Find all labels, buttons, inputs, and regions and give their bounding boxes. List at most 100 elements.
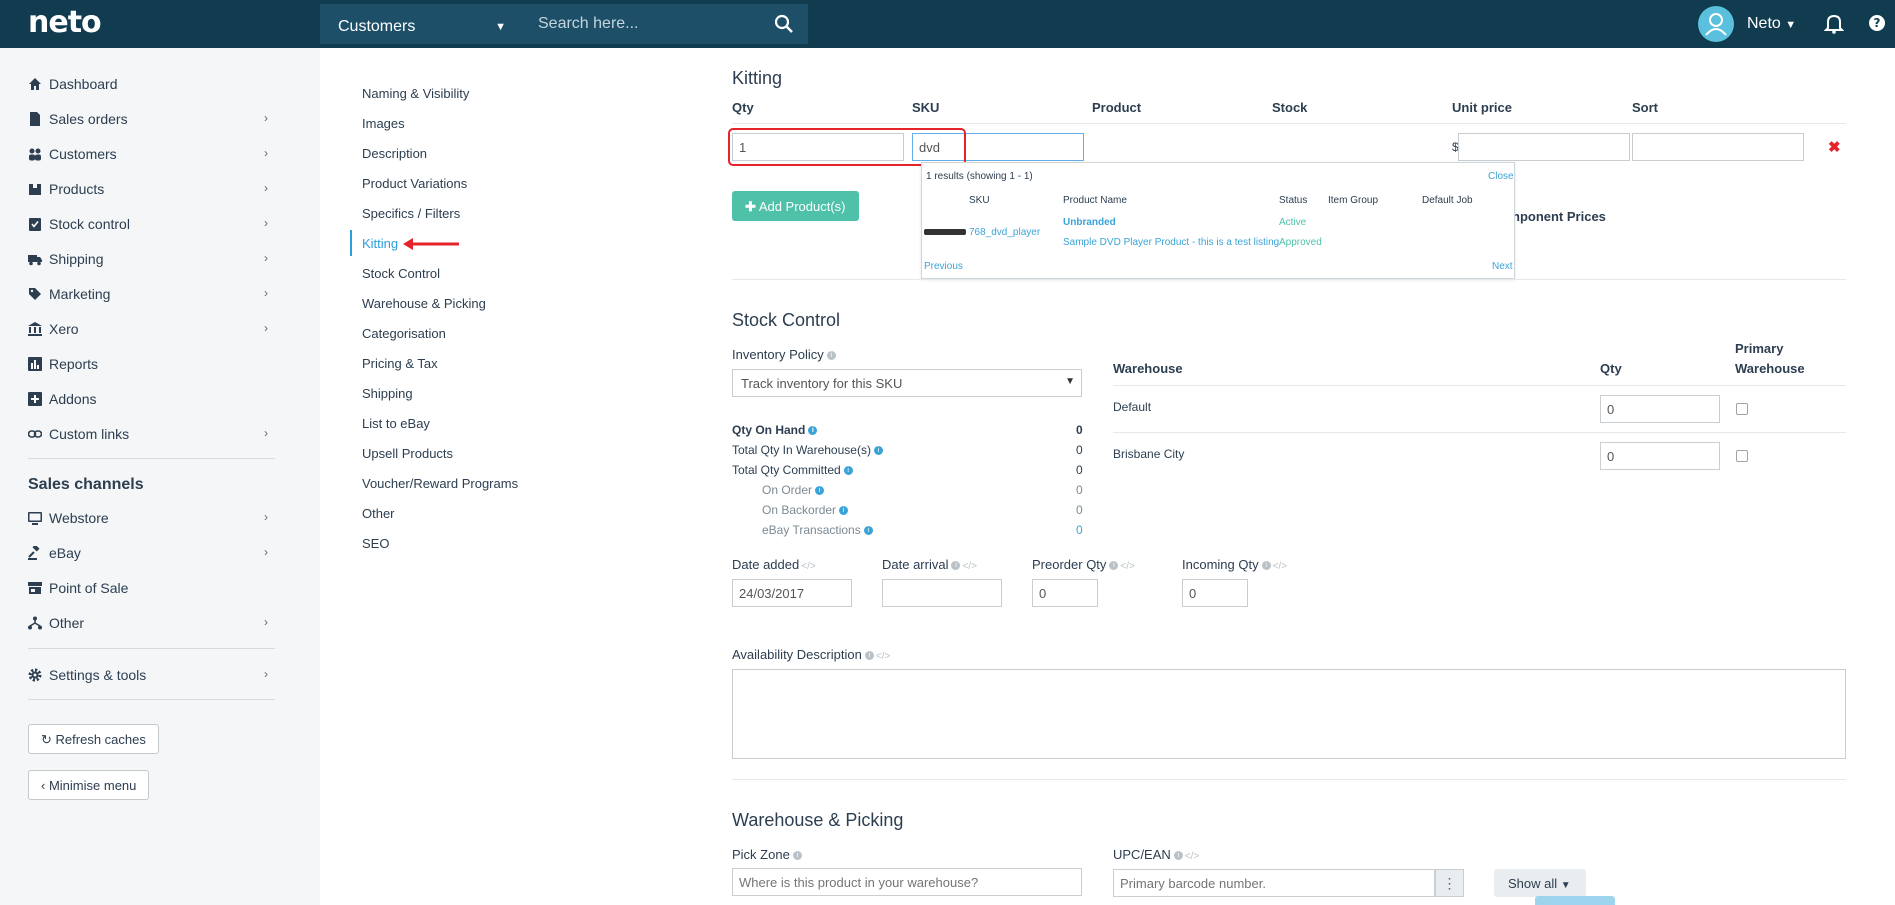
caret-down-icon: ▼ xyxy=(1785,19,1797,31)
partial-button[interactable] xyxy=(1535,896,1615,905)
subnav-list-to-ebay[interactable]: List to eBay xyxy=(362,416,430,431)
subnav-seo[interactable]: SEO xyxy=(362,536,389,551)
code-icon: </> xyxy=(1184,851,1200,862)
upc-ean-input[interactable] xyxy=(1113,869,1435,897)
preorder-qty-input[interactable]: 0 xyxy=(1032,579,1098,607)
primary-warehouse-checkbox[interactable] xyxy=(1736,450,1748,462)
result-sku-link[interactable]: 768_dvd_player xyxy=(969,227,1040,238)
subnav-images[interactable]: Images xyxy=(362,116,405,131)
subnav-specifics-filters[interactable]: Specifics / Filters xyxy=(362,206,460,221)
date-added-label: Date added </> xyxy=(732,557,816,572)
warehouse-name: Brisbane City xyxy=(1113,447,1185,461)
subnav-other[interactable]: Other xyxy=(362,506,395,521)
barcode-options-icon[interactable]: ⋮ xyxy=(1435,869,1464,897)
subnav-pricing-tax[interactable]: Pricing & Tax xyxy=(362,356,438,371)
sidebar-item-reports[interactable]: Reports xyxy=(28,353,268,375)
show-all-button[interactable]: Show all ▼ xyxy=(1494,869,1586,897)
sidebar-item-custom-links[interactable]: Custom links › xyxy=(28,423,268,445)
subnav-upsell-products[interactable]: Upsell Products xyxy=(362,446,453,461)
inventory-policy-value: Track inventory for this SKU xyxy=(741,375,903,391)
incoming-qty-input[interactable]: 0 xyxy=(1182,579,1248,607)
sidebar-item-label: Settings & tools xyxy=(49,667,147,683)
code-icon: </> xyxy=(801,561,816,572)
date-arrival-input[interactable] xyxy=(882,579,1002,607)
search-input[interactable] xyxy=(520,4,770,44)
subnav-shipping[interactable]: Shipping xyxy=(362,386,413,401)
kitting-header-stock: Stock xyxy=(1272,100,1308,115)
sidebar-item-label: Marketing xyxy=(49,286,111,302)
pick-zone-input[interactable] xyxy=(732,868,1082,896)
module-select[interactable]: Customers ▼ xyxy=(320,4,520,44)
sidebar-item-products[interactable]: Products › xyxy=(28,178,268,200)
date-added-input[interactable]: 24/03/2017 xyxy=(732,579,852,607)
sidebar-item-ebay[interactable]: eBay › xyxy=(28,542,268,564)
sidebar-item-xero[interactable]: Xero › xyxy=(28,318,268,340)
minimise-menu-button[interactable]: ‹ Minimise menu xyxy=(28,770,150,800)
label-text: Total Qty In Warehouse(s) xyxy=(732,443,871,457)
module-label: Customers xyxy=(338,18,416,35)
kit-unit-price-input[interactable] xyxy=(1458,133,1630,161)
chevron-right-icon: › xyxy=(264,286,268,300)
sidebar-item-label: eBay xyxy=(49,545,81,561)
availability-textarea[interactable] xyxy=(732,669,1846,759)
dropdown-next-link[interactable]: Next xyxy=(1492,261,1513,272)
neto-logo[interactable]: neto xyxy=(28,5,102,40)
dropdown-previous-link[interactable]: Previous xyxy=(924,261,963,272)
sidebar-item-label: Point of Sale xyxy=(49,580,129,596)
sidebar-item-dashboard[interactable]: Dashboard xyxy=(28,73,268,95)
sidebar-item-stock-control[interactable]: Stock control › xyxy=(28,213,268,235)
kitting-header-qty: Qty xyxy=(732,100,754,115)
sidebar-item-settings[interactable]: Settings & tools › xyxy=(28,664,268,686)
document-icon xyxy=(30,112,40,126)
subnav-categorisation[interactable]: Categorisation xyxy=(362,326,446,341)
top-bar: neto Customers ▼ Neto ▼ ? xyxy=(0,0,1895,48)
bar-chart-icon xyxy=(28,357,42,371)
ebay-transactions-label: eBay Transactions i xyxy=(762,523,873,537)
inventory-policy-select[interactable]: Track inventory for this SKU ▼ xyxy=(732,369,1082,397)
sidebar-item-sales-orders[interactable]: Sales orders › xyxy=(28,108,268,130)
user-menu[interactable]: Neto ▼ xyxy=(1747,15,1796,33)
label-text: Date arrival xyxy=(882,557,949,572)
sidebar-item-marketing[interactable]: Marketing › xyxy=(28,283,268,305)
subnav-naming-visibility[interactable]: Naming & Visibility xyxy=(362,86,469,101)
chevron-right-icon: › xyxy=(264,321,268,335)
sidebar-item-webstore[interactable]: Webstore › xyxy=(28,507,268,529)
subnav-description[interactable]: Description xyxy=(362,146,427,161)
warehouse-qty-input[interactable]: 0 xyxy=(1600,442,1720,470)
chevron-left-icon: ‹ xyxy=(41,778,46,793)
sidebar-item-shipping[interactable]: Shipping › xyxy=(28,248,268,270)
subnav-stock-control[interactable]: Stock Control xyxy=(362,266,440,281)
subnav-kitting[interactable]: Kitting xyxy=(362,236,398,251)
subnav-product-variations[interactable]: Product Variations xyxy=(362,176,467,191)
sidebar-item-other[interactable]: Other › xyxy=(28,612,268,634)
sidebar-item-customers[interactable]: Customers › xyxy=(28,143,268,165)
info-icon: i xyxy=(808,426,818,436)
remove-row-icon[interactable]: ✖ xyxy=(1828,138,1841,156)
result-product-name[interactable]: Unbranded xyxy=(1063,217,1116,228)
dropdown-close-link[interactable]: Close xyxy=(1488,171,1514,182)
subnav-warehouse-picking[interactable]: Warehouse & Picking xyxy=(362,296,486,311)
gavel-icon xyxy=(28,546,40,560)
warehouse-qty-input[interactable]: 0 xyxy=(1600,395,1720,423)
help-icon[interactable]: ? xyxy=(1868,12,1886,34)
dropdown-header-item-group: Item Group xyxy=(1328,195,1379,206)
search-icon[interactable] xyxy=(774,14,794,34)
bell-icon[interactable] xyxy=(1824,12,1844,34)
username: Neto xyxy=(1747,15,1781,32)
avatar[interactable] xyxy=(1698,6,1734,42)
kit-sort-input[interactable] xyxy=(1632,133,1804,161)
refresh-caches-button[interactable]: ↻ Refresh caches xyxy=(28,724,159,754)
upc-ean-label: UPC/EAN i </> xyxy=(1113,847,1199,862)
result-approval-status: Approved xyxy=(1279,237,1322,248)
kitting-header-sku: SKU xyxy=(912,100,940,115)
sidebar-item-addons[interactable]: Addons xyxy=(28,388,268,410)
incoming-qty-label: Incoming Qty i </> xyxy=(1182,557,1287,572)
subnav-voucher-reward[interactable]: Voucher/Reward Programs xyxy=(362,476,518,491)
sidebar-item-point-of-sale[interactable]: Point of Sale xyxy=(28,577,268,599)
primary-warehouse-checkbox[interactable] xyxy=(1736,403,1748,415)
refresh-icon: ↻ xyxy=(41,732,52,747)
on-order-label: On Order i xyxy=(762,483,825,497)
ebay-transactions-value[interactable]: 0 xyxy=(1076,523,1083,537)
add-products-button[interactable]: ✚ Add Product(s) xyxy=(732,191,859,221)
label-text: eBay Transactions xyxy=(762,523,861,537)
